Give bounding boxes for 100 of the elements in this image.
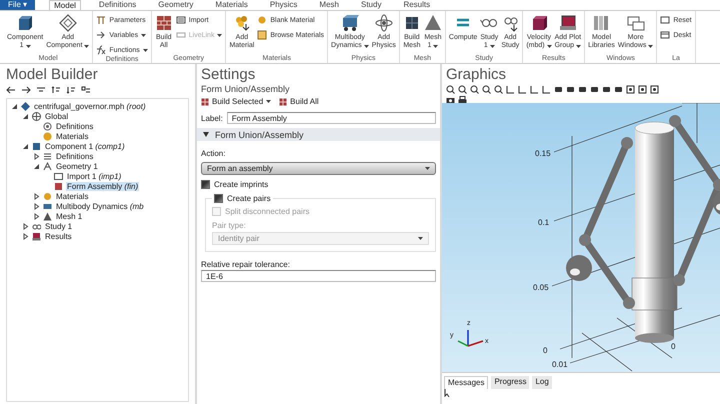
panel-tab[interactable]: Messages	[444, 376, 488, 389]
material-icon	[43, 192, 52, 200]
tree-item[interactable]: Materials	[55, 132, 90, 140]
tree-item[interactable]: centrifugal_governor.mph (root)	[33, 102, 147, 110]
plot-icon	[558, 14, 577, 32]
expand-arrow-icon[interactable]	[22, 222, 29, 230]
caret-icon	[433, 44, 438, 48]
material-icon	[257, 15, 268, 25]
ribbon-tab[interactable]: Mesh	[315, 0, 343, 10]
axis-label: 0.1	[538, 218, 550, 227]
printer-icon	[458, 96, 467, 104]
label-field[interactable]: Form Assembly	[226, 112, 436, 124]
ribbon-tab[interactable]: Geometry	[154, 0, 198, 10]
checkbox[interactable]	[214, 194, 223, 203]
tree-item[interactable]: Global	[44, 112, 70, 120]
ribbon-tab[interactable]: Study	[356, 0, 386, 10]
material-icon	[43, 132, 52, 140]
expand-all-icon	[81, 86, 91, 94]
caret-icon	[546, 44, 552, 48]
tree-item[interactable]: Materials	[55, 192, 90, 200]
caret-icon	[418, 237, 423, 240]
caret-icon	[648, 44, 654, 48]
field-label: Label:	[201, 114, 223, 122]
glasses-icon	[480, 18, 498, 28]
expand-arrow-icon[interactable]	[33, 152, 40, 160]
field-label: Relative repair tolerance:	[201, 260, 291, 269]
expand-arrow-icon[interactable]	[33, 212, 40, 220]
caret-icon	[26, 44, 31, 48]
ribbon-tab[interactable]: Model	[49, 0, 81, 10]
triangle-icon	[424, 14, 442, 32]
axis-triad-icon	[458, 330, 484, 347]
triangle-icon	[43, 212, 52, 220]
ribbon-tab[interactable]: Results	[399, 0, 434, 10]
atom-icon	[374, 14, 393, 32]
tree-item[interactable]: Mesh 1	[55, 212, 84, 220]
field-label: Action:	[201, 149, 226, 158]
caret-icon	[364, 44, 369, 48]
axis-label: 0	[671, 342, 676, 351]
action-dropdown[interactable]: Form an assembly	[201, 162, 436, 175]
caret-icon	[490, 44, 495, 48]
expand-arrow-icon[interactable]	[22, 232, 29, 240]
tree-item[interactable]: Definitions	[55, 152, 94, 160]
axis-label: 0	[543, 346, 548, 355]
tree-item[interactable]: Geometry 1	[55, 162, 99, 170]
section-header[interactable]: Form Union/Assembly	[197, 128, 440, 141]
geometry-icon	[43, 162, 52, 170]
tree-item[interactable]: Form Assembly (fin)	[66, 182, 140, 190]
collapse-arrow-icon[interactable]	[33, 162, 40, 170]
brick-icon	[154, 14, 173, 32]
link-icon	[176, 30, 186, 40]
tree-item[interactable]: Component 1 (comp1)	[44, 142, 126, 150]
component-icon	[32, 142, 41, 150]
zoom-in-icon	[446, 85, 455, 94]
tree-item[interactable]: Multibody Dynamics (mb	[55, 202, 145, 210]
tree-item[interactable]: Study 1	[44, 222, 74, 230]
checkbox-label: Create pairs	[227, 194, 271, 203]
tree-item[interactable]: Import 1 (imp1)	[66, 172, 122, 180]
checkbox-label: Create imprints	[214, 180, 268, 189]
expand-arrow-icon[interactable]	[33, 202, 40, 210]
caret-icon	[141, 34, 146, 36]
select-icon	[638, 85, 647, 94]
function-icon	[96, 45, 106, 55]
panel-tab[interactable]: Progress	[491, 376, 530, 389]
panel-tab[interactable]: Log	[532, 376, 552, 389]
forward-arrow-icon	[21, 86, 31, 94]
collapse-arrow-icon[interactable]	[22, 142, 29, 150]
axis-label: 0.15	[535, 149, 551, 158]
books-icon	[592, 14, 610, 32]
ribbon-tab[interactable]: Materials	[211, 0, 252, 10]
axis-icon	[506, 85, 515, 94]
caret-icon	[142, 48, 148, 52]
build-icon	[279, 98, 288, 106]
checkbox[interactable]	[201, 180, 210, 189]
tolerance-field[interactable]: 1E-6	[201, 270, 436, 282]
collapse-arrow-icon[interactable]	[22, 112, 29, 120]
physics-icon	[43, 202, 52, 210]
select-icon	[626, 85, 635, 94]
panel-title: Model Builder	[6, 66, 98, 83]
caret-icon	[425, 167, 430, 170]
caret-icon	[84, 44, 90, 48]
sort-up-icon	[51, 86, 61, 94]
material-icon	[257, 30, 268, 40]
back-arrow-icon	[6, 86, 16, 94]
tree-item[interactable]: Results	[44, 232, 73, 240]
windows-icon	[626, 14, 645, 32]
ribbon-tab[interactable]: Definitions	[94, 0, 140, 10]
ribbon-tab[interactable]: Physics	[266, 0, 302, 10]
arrow-icon	[96, 30, 106, 40]
expand-arrow-icon[interactable]	[33, 192, 40, 200]
collapse-arrow-icon	[203, 132, 209, 137]
collapse-arrow-icon[interactable]	[11, 102, 18, 110]
file-menu-button[interactable]: File ▾	[0, 0, 36, 10]
assembly-icon	[54, 182, 63, 190]
list-icon	[43, 152, 52, 160]
tree-item[interactable]: Definitions	[55, 122, 94, 130]
camera-icon	[446, 96, 455, 104]
build-button[interactable]: Build All	[279, 97, 319, 106]
build-button[interactable]: Build Selected	[201, 97, 272, 106]
import-icon	[54, 172, 63, 180]
sort-down-icon	[66, 86, 76, 94]
